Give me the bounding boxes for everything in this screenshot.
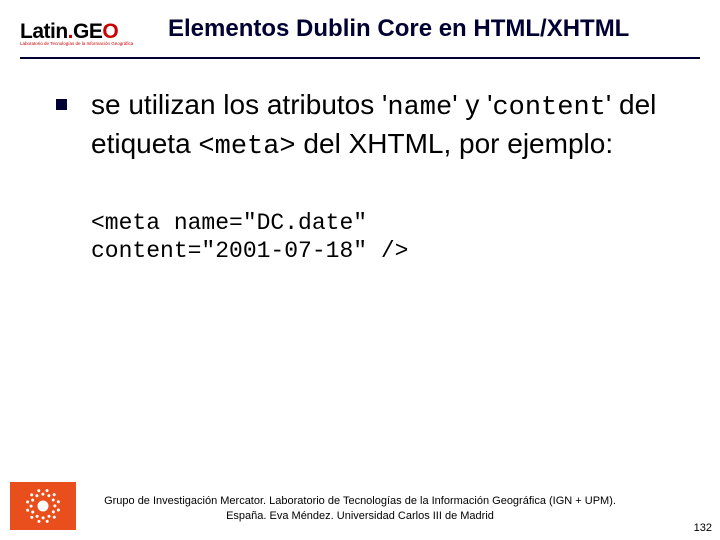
page-number: 132	[694, 522, 712, 534]
logo-suffix: GE	[73, 20, 102, 43]
footer-line-2: España. Eva Méndez. Universidad Carlos I…	[0, 509, 720, 524]
code-meta: <meta>	[198, 132, 295, 162]
bullet-item: se utilizan los atributos 'name' y 'cont…	[56, 87, 680, 165]
code-content: content	[492, 93, 605, 123]
text-part4: del XHTML, por ejemplo:	[296, 128, 613, 159]
latingeo-logo: Latin.GEO Laboratorio de Tecnologías de …	[20, 20, 154, 47]
slide-header: Latin.GEO Laboratorio de Tecnologías de …	[0, 0, 720, 47]
logo-prefix: Latin	[20, 20, 68, 43]
code-line-1: <meta name="DC.date"	[91, 209, 680, 238]
logo-tagline: Laboratorio de Tecnologías de la Informa…	[20, 42, 154, 47]
code-line-2: content="2001-07-18" />	[91, 237, 680, 266]
slide-title: Elementos Dublin Core en HTML/XHTML	[168, 14, 629, 44]
logo-last: O	[102, 20, 118, 43]
slide-footer: Grupo de Investigación Mercator. Laborat…	[0, 494, 720, 524]
footer-line-1: Grupo de Investigación Mercator. Laborat…	[0, 494, 720, 509]
code-example: <meta name="DC.date" content="2001-07-18…	[91, 209, 680, 267]
slide-content: se utilizan los atributos 'name' y 'cont…	[0, 59, 720, 267]
text-part1: se utilizan los atributos '	[91, 89, 387, 120]
square-bullet-icon	[56, 99, 67, 110]
code-name: name	[387, 93, 452, 123]
body-paragraph: se utilizan los atributos 'name' y 'cont…	[91, 87, 680, 165]
text-part2: ' y '	[452, 89, 492, 120]
